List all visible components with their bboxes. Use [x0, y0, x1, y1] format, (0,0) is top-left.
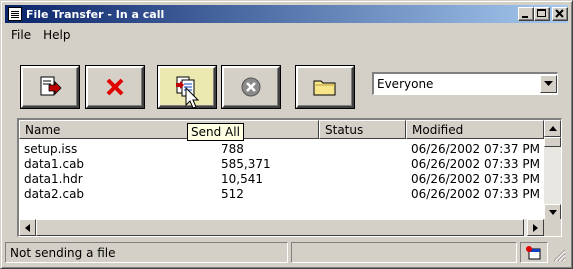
scroll-left-button[interactable] — [19, 219, 36, 236]
column-header-status[interactable]: Status — [319, 120, 406, 139]
scroll-thumb[interactable] — [544, 137, 561, 147]
horizontal-scroll-thumb[interactable] — [36, 219, 524, 236]
stop-icon — [241, 77, 261, 97]
open-folder-button[interactable] — [296, 66, 354, 108]
stop-button[interactable] — [222, 66, 280, 108]
recipient-select-value: Everyone — [377, 77, 434, 91]
file-status — [319, 157, 406, 172]
file-size: 512 — [221, 187, 244, 201]
file-size: 585,371 — [221, 157, 271, 171]
close-button[interactable] — [552, 7, 568, 21]
table-row[interactable]: data1.hdr 10,541 06/26/2002 07:33 PM — [19, 172, 544, 187]
file-modified: 06/26/2002 07:37 PM — [411, 142, 540, 156]
file-status — [319, 187, 406, 202]
table-row[interactable]: setup.iss 788 06/26/2002 07:37 PM — [19, 142, 544, 157]
minimize-icon — [522, 16, 528, 18]
file-status — [319, 172, 406, 187]
scroll-corner — [544, 219, 561, 236]
maximize-button[interactable] — [534, 7, 550, 21]
recipient-select[interactable]: Everyone — [372, 72, 558, 95]
delete-button[interactable] — [86, 66, 144, 108]
file-size: 10,541 — [221, 172, 263, 186]
resize-grip-icon[interactable] — [553, 249, 566, 262]
status-text: Not sending a file — [5, 242, 288, 263]
send-file-button[interactable] — [21, 66, 79, 108]
file-name: setup.iss — [24, 142, 78, 156]
delete-x-icon — [106, 78, 124, 96]
column-header-modified[interactable]: Modified — [406, 120, 544, 139]
file-modified: 06/26/2002 07:33 PM — [411, 187, 540, 201]
file-transfer-window: File Transfer - In a call File Help Ever… — [0, 0, 573, 269]
chevron-down-icon — [548, 210, 557, 215]
file-modified: 06/26/2002 07:33 PM — [411, 157, 540, 171]
scroll-right-button[interactable] — [527, 219, 544, 236]
file-name: data2.cab — [24, 187, 85, 201]
file-modified: 06/26/2002 07:33 PM — [411, 172, 540, 186]
column-header-name[interactable]: Name — [19, 120, 319, 139]
menu-help[interactable]: Help — [37, 25, 76, 44]
send-file-icon — [40, 76, 62, 96]
send-all-tooltip: Send All — [187, 123, 244, 141]
document-icon — [8, 7, 22, 21]
status-bar: Not sending a file — [5, 242, 568, 264]
file-list[interactable]: Name Status Modified setup.iss 788 06/26… — [17, 118, 562, 237]
menu-bar: File Help — [5, 25, 76, 44]
horizontal-scrollbar[interactable] — [19, 219, 544, 236]
transfer-status-icon — [526, 246, 541, 260]
close-icon — [555, 9, 564, 18]
window-title: File Transfer - In a call — [26, 7, 165, 21]
status-indicator — [520, 242, 548, 263]
pointer-cursor-icon — [185, 87, 200, 109]
list-rows: setup.iss 788 06/26/2002 07:37 PM data1.… — [19, 142, 544, 202]
file-size: 788 — [221, 142, 244, 156]
list-header: Name Status Modified — [19, 120, 544, 139]
status-panel-2 — [291, 242, 517, 263]
vertical-scrollbar[interactable] — [544, 120, 561, 221]
title-bar[interactable]: File Transfer - In a call — [5, 5, 568, 23]
menu-file[interactable]: File — [5, 25, 37, 44]
table-row[interactable]: data1.cab 585,371 06/26/2002 07:33 PM — [19, 157, 544, 172]
file-status — [319, 142, 406, 157]
chevron-down-icon — [544, 81, 553, 86]
chevron-up-icon — [548, 126, 557, 131]
dropdown-button[interactable] — [540, 75, 557, 93]
chevron-left-icon — [25, 223, 30, 232]
folder-icon — [313, 80, 336, 96]
minimize-button[interactable] — [518, 7, 534, 21]
file-name: data1.cab — [24, 157, 85, 171]
scroll-up-button[interactable] — [544, 120, 561, 137]
file-name: data1.hdr — [24, 172, 83, 186]
chevron-right-icon — [533, 223, 538, 232]
maximize-icon — [537, 9, 546, 17]
table-row[interactable]: data2.cab 512 06/26/2002 07:33 PM — [19, 187, 544, 202]
